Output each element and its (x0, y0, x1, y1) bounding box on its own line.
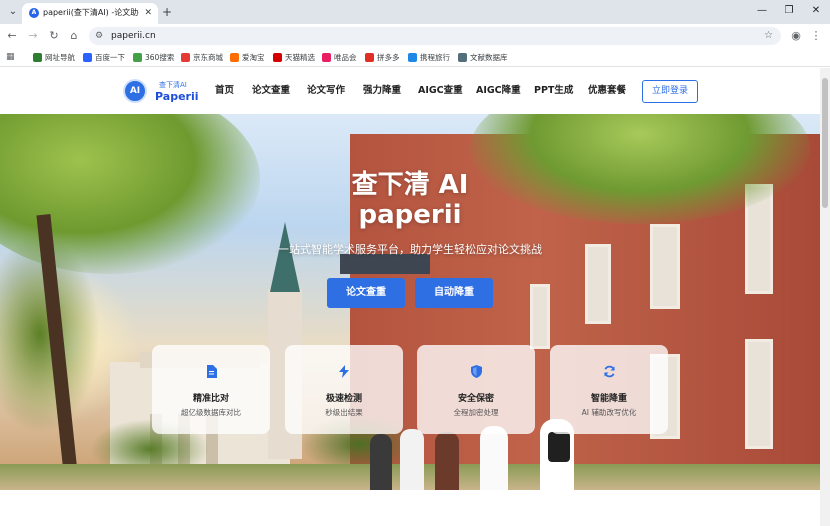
hero-title-brand: paperii (358, 200, 462, 230)
bookmark-8[interactable]: 携程旅行 (408, 51, 450, 64)
bookmark-star-icon[interactable]: ☆ (764, 29, 773, 43)
feature-desc: 秒级出结果 (325, 408, 363, 417)
cta-plagiarism-check-button[interactable]: 论文查重 (327, 278, 405, 308)
feature-card-rewrite[interactable]: 智能降重 AI 辅助改写优化 (550, 345, 668, 434)
bookmark-2-label: 360搜索 (145, 53, 175, 62)
bookmark-6-icon (322, 53, 331, 62)
bookmark-2-icon (133, 53, 142, 62)
browser-toolbar: ← → ↻ ⌂ ⚙ paperii.cn ☆ ◉ ⋮ (0, 24, 830, 48)
url-text[interactable]: paperii.cn (111, 29, 156, 43)
feature-card-accurate[interactable]: 精准比对 超亿级数据库对比 (152, 345, 270, 434)
bookmark-1[interactable]: 百度一下 (83, 51, 125, 64)
bookmark-7[interactable]: 拼多多 (365, 51, 400, 64)
site-info-icon[interactable]: ⚙ (95, 29, 103, 43)
refresh-icon (550, 365, 668, 381)
feature-card-fast[interactable]: 极速检测 秒级出结果 (285, 345, 403, 434)
new-tab-icon[interactable]: + (162, 5, 172, 19)
nav-item-aigc-check[interactable]: AIGC查重 (418, 84, 463, 98)
bookmark-2[interactable]: 360搜索 (133, 51, 174, 64)
home-icon[interactable]: ⌂ (67, 29, 81, 43)
browser-tab-active[interactable]: A paperii(查下清AI) -论文助手官网 ✕ (22, 3, 158, 24)
cta-auto-rewrite-button[interactable]: 自动降重 (415, 278, 493, 308)
feature-desc: 全程加密处理 (453, 408, 499, 417)
bookmark-5-label: 天猫精选 (285, 53, 315, 62)
page-scrollbar[interactable] (820, 68, 830, 526)
bookmark-9[interactable]: 文献数据库 (458, 51, 508, 64)
reload-icon[interactable]: ↻ (47, 29, 61, 43)
nav-item-home[interactable]: 首页 (215, 84, 234, 98)
bookmark-5[interactable]: 天猫精选 (273, 51, 315, 64)
hero-title: 查下清 AI (351, 170, 469, 200)
document-icon (152, 365, 270, 381)
bookmark-3-icon (181, 53, 190, 62)
feature-desc: AI 辅助改写优化 (581, 408, 637, 417)
nav-item-aigc-rewrite[interactable]: AIGC降重 (476, 84, 521, 98)
bookmark-0-label: 网址导航 (45, 53, 75, 62)
profile-icon[interactable]: ◉ (789, 29, 803, 43)
browser-tab-strip: ⌄ A paperii(查下清AI) -论文助手官网 ✕ + — ❐ ✕ (0, 0, 830, 24)
bookmark-6-label: 唯品会 (334, 53, 357, 62)
site-favicon-icon: A (29, 8, 39, 18)
bookmark-7-icon (365, 53, 374, 62)
feature-card-secure[interactable]: 安全保密 全程加密处理 (417, 345, 535, 434)
hero-subtitle: 一站式智能学术服务平台，助力学生轻松应对论文挑战 (278, 243, 542, 256)
back-icon[interactable]: ← (5, 29, 19, 43)
bookmark-3[interactable]: 京东商城 (181, 51, 223, 64)
logo-subtitle[interactable]: 查下清AI (159, 81, 187, 90)
address-bar[interactable]: ⚙ paperii.cn ☆ (89, 27, 781, 45)
shield-icon (417, 365, 535, 381)
window-minimize-icon[interactable]: — (752, 4, 772, 18)
window-restore-icon[interactable]: ❐ (779, 4, 799, 18)
bookmark-0[interactable]: 网址导航 (33, 51, 75, 64)
bookmark-4-icon (230, 53, 239, 62)
bookmark-7-label: 拼多多 (377, 53, 400, 62)
bookmark-8-icon (408, 53, 417, 62)
logo-badge-icon[interactable]: AI (123, 79, 147, 103)
bookmark-8-label: 携程旅行 (420, 53, 450, 62)
bookmark-1-label: 百度一下 (95, 53, 125, 62)
bookmark-0-icon (33, 53, 42, 62)
bookmarks-bar: ▦ 网址导航 百度一下 360搜索 京东商城 爱淘宝 天猫精选 唯品会 拼多多 … (0, 48, 830, 67)
tab-title: paperii(查下清AI) -论文助手官网 (43, 8, 139, 17)
bookmark-1-icon (83, 53, 92, 62)
nav-item-rewrite[interactable]: 强力降重 (363, 84, 401, 98)
bookmark-4-label: 爱淘宝 (242, 53, 265, 62)
bookmark-9-icon (458, 53, 467, 62)
feature-title: 极速检测 (325, 394, 362, 404)
apps-grid-icon[interactable]: ▦ (6, 52, 15, 63)
bookmark-3-label: 京东商城 (193, 53, 223, 62)
bookmark-6[interactable]: 唯品会 (322, 51, 357, 64)
lightning-icon (285, 365, 403, 381)
browser-menu-icon[interactable]: ⋮ (809, 29, 823, 43)
feature-title: 智能降重 (590, 394, 627, 404)
nav-item-paper-writing[interactable]: 论文写作 (307, 84, 345, 98)
nav-item-plagiarism-check[interactable]: 论文查重 (252, 84, 290, 98)
nav-item-packages[interactable]: 优惠套餐 (588, 84, 626, 98)
hero-banner: 查下清 AI paperii 一站式智能学术服务平台，助力学生轻松应对论文挑战 … (0, 114, 820, 490)
feature-title: 精准比对 (192, 394, 229, 404)
window-close-icon[interactable]: ✕ (806, 4, 826, 18)
nav-item-ppt[interactable]: PPT生成 (534, 84, 573, 98)
bookmark-4[interactable]: 爱淘宝 (230, 51, 265, 64)
bookmark-9-label: 文献数据库 (470, 53, 508, 62)
bookmark-5-icon (273, 53, 282, 62)
scrollbar-thumb[interactable] (822, 78, 828, 208)
site-header: AI 查下清AI Paperii 首页 论文查重 论文写作 强力降重 AIGC查… (0, 68, 830, 114)
logo-wordmark[interactable]: Paperii (155, 90, 199, 103)
feature-desc: 超亿级数据库对比 (181, 408, 241, 417)
forward-icon[interactable]: → (26, 29, 40, 43)
login-button[interactable]: 立即登录 (642, 80, 698, 103)
tab-search-menu-icon[interactable]: ⌄ (5, 4, 21, 20)
tab-close-icon[interactable]: ✕ (144, 7, 152, 19)
feature-title: 安全保密 (457, 394, 494, 404)
